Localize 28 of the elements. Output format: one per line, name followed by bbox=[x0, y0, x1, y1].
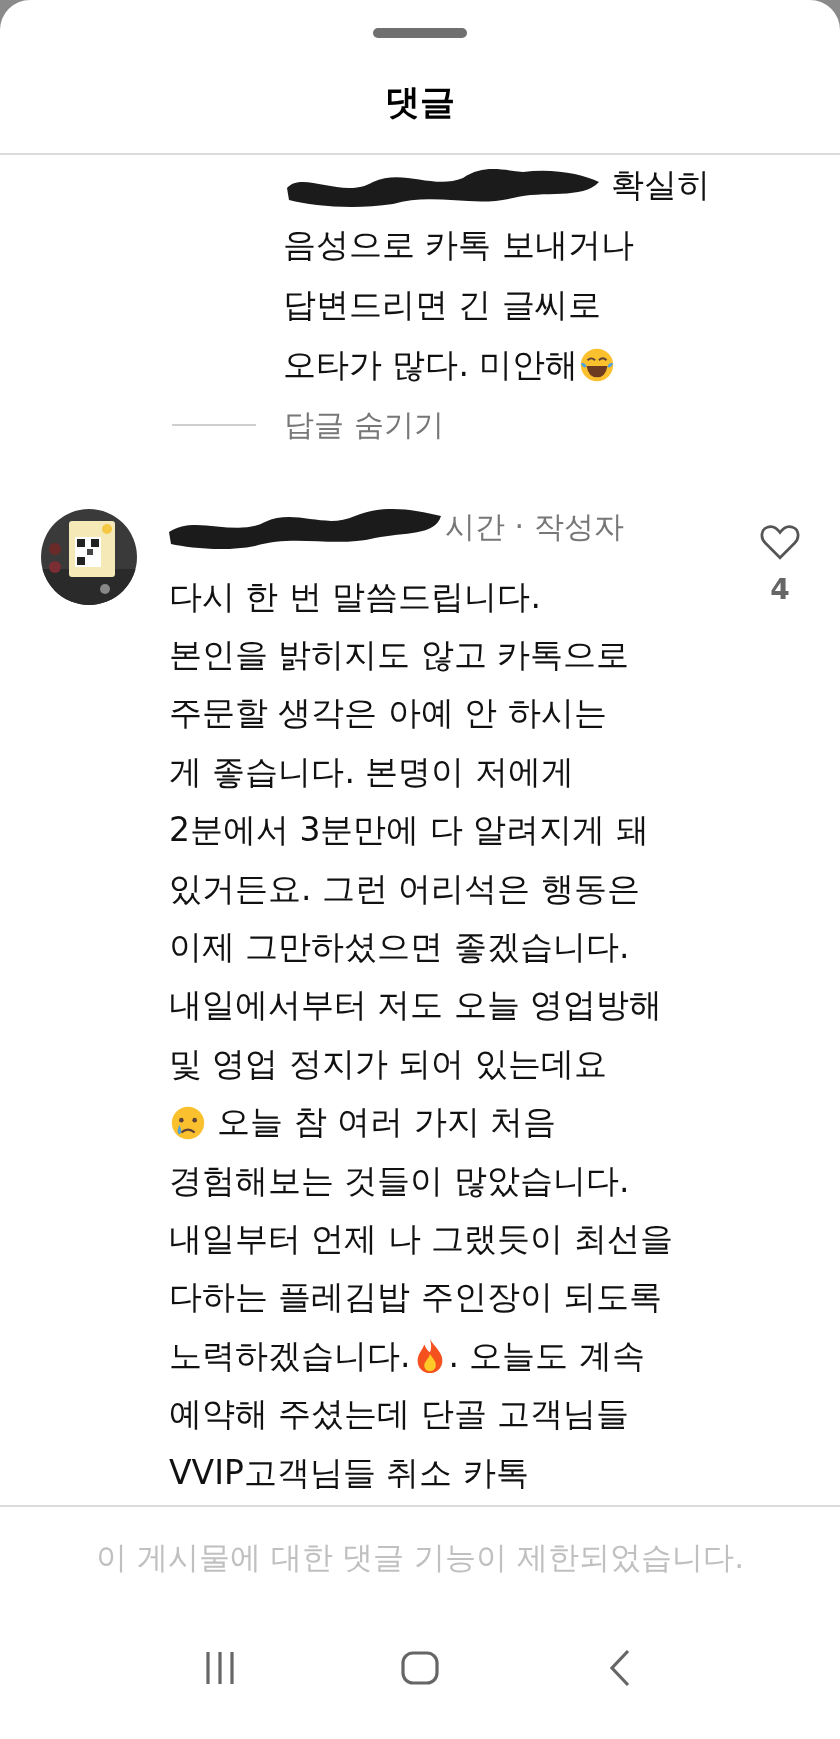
like-count: 4 bbox=[770, 573, 790, 606]
comment-text: 2분에서 3분만에 다 알려지게 돼 bbox=[169, 809, 649, 852]
comment-meta: 시간 · 작성자 bbox=[445, 507, 624, 546]
comment-text: 다시 한 번 말씀드립니다. bbox=[169, 575, 541, 618]
reply-text: 답변드리면 긴 글씨로 bbox=[283, 283, 601, 326]
comment-text: 경험해보는 것들이 많았습니다. bbox=[169, 1159, 630, 1202]
comment-text: 및 영업 정지가 되어 있는데요 bbox=[169, 1042, 607, 1085]
comment-text: 있거든요. 그런 어리석은 행동은 bbox=[169, 867, 640, 910]
comment-text: 주문할 생각은 아예 안 하시는 bbox=[169, 692, 607, 735]
home-icon[interactable] bbox=[400, 1648, 440, 1688]
comment-text: 이제 그만하셨으면 좋겠습니다. bbox=[169, 926, 630, 969]
comment-text: 오늘 참 여러 가지 처음 bbox=[216, 1101, 557, 1144]
comment-text: . 오늘도 계속 bbox=[448, 1334, 645, 1377]
comment-text: 노력하겠습니다. bbox=[169, 1334, 411, 1377]
comment-text: VVIP고객님들 취소 카톡 bbox=[169, 1451, 529, 1494]
reply-text: 음성으로 카톡 보내거나 bbox=[283, 223, 634, 266]
comment-text: 내일부터 언제 나 그랬듯이 최선을 bbox=[169, 1218, 673, 1260]
comment-text: 예약해 주셨는데 단골 고객님들 bbox=[169, 1393, 630, 1436]
comment-text: 본인을 밝히지도 않고 카톡으로 bbox=[169, 634, 630, 677]
hide-replies-button[interactable]: 답글 숨기기 bbox=[284, 404, 444, 446]
comment-text: 내일에서부터 저도 오늘 영업방해 bbox=[169, 984, 663, 1027]
comment-text: 게 좋습니다. 본명이 저에게 bbox=[169, 750, 574, 793]
reply-text: 오타가 많다. 미안해 bbox=[283, 343, 579, 386]
sheet-title: 댓글 bbox=[385, 81, 455, 124]
comments-restricted-notice: 이 게시물에 대한 댓글 기능이 제한되었습니다. bbox=[95, 1538, 745, 1577]
drag-handle[interactable] bbox=[373, 28, 467, 38]
comment-text: 다하는 플레김밥 주인장이 되도록 bbox=[169, 1276, 663, 1319]
reply-text: 확실히 bbox=[611, 163, 710, 206]
